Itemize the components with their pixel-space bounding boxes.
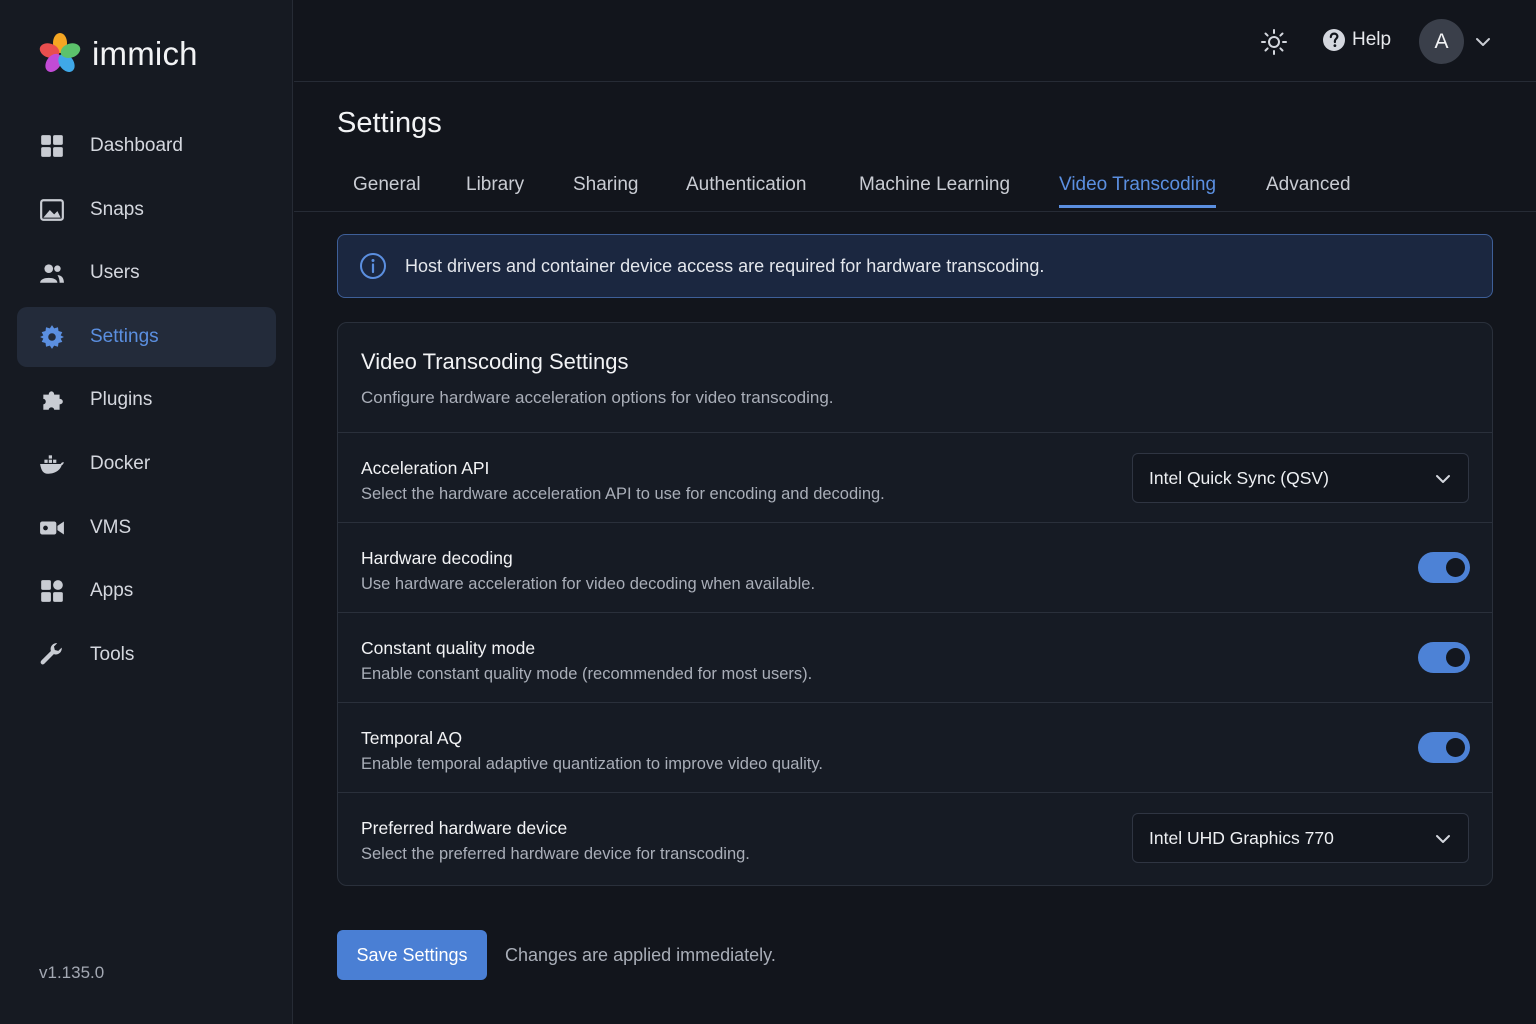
brand-name: immich	[92, 35, 198, 72]
select-value: Intel UHD Graphics 770	[1149, 827, 1334, 848]
setting-row-constant-quality: Constant quality mode Enable constant qu…	[338, 613, 1492, 703]
settings-tabs: General Library Sharing Authentication M…	[294, 160, 1536, 212]
sidebar: immich Dashboard Snaps Users Settings Pl…	[0, 0, 293, 1024]
info-banner-text: Host drivers and container device access…	[405, 255, 1045, 276]
chevron-down-icon	[1436, 475, 1450, 483]
tab-advanced[interactable]: Advanced	[1266, 174, 1351, 208]
sidebar-item-snaps[interactable]: Snaps	[17, 180, 276, 240]
sun-icon	[1261, 29, 1287, 55]
hardware-decoding-toggle[interactable]	[1418, 552, 1470, 583]
help-icon	[1323, 29, 1345, 51]
puzzle-icon	[39, 387, 65, 413]
wrench-icon	[39, 642, 65, 668]
sidebar-item-users[interactable]: Users	[17, 243, 276, 303]
sidebar-item-label: Tools	[90, 643, 135, 665]
tab-general[interactable]: General	[353, 174, 421, 208]
sidebar-nav: Dashboard Snaps Users Settings Plugins D…	[17, 116, 276, 688]
sidebar-item-label: Users	[90, 262, 140, 284]
setting-label: Constant quality mode	[361, 638, 536, 658]
video-camera-icon	[39, 515, 65, 541]
setting-description: Select the hardware acceleration API to …	[361, 485, 885, 503]
temporal-aq-toggle[interactable]	[1418, 732, 1470, 763]
chevron-down-icon	[1436, 835, 1450, 843]
chevron-down-icon[interactable]	[1474, 33, 1492, 51]
setting-label: Preferred hardware device	[361, 818, 568, 838]
sidebar-item-label: Plugins	[90, 389, 153, 411]
save-settings-button[interactable]: Save Settings	[337, 930, 487, 980]
users-icon	[39, 260, 65, 286]
sidebar-item-label: Apps	[90, 580, 134, 602]
toggle-knob	[1446, 738, 1465, 757]
top-bar: Help A	[294, 0, 1536, 82]
gear-icon	[39, 324, 65, 350]
sidebar-item-label: Docker	[90, 452, 151, 474]
sidebar-item-vms[interactable]: VMS	[17, 498, 276, 558]
version-label: v1.135.0	[39, 963, 105, 982]
tab-machine-learning[interactable]: Machine Learning	[859, 174, 1010, 208]
toggle-knob	[1446, 648, 1465, 667]
sidebar-item-settings[interactable]: Settings	[17, 306, 276, 367]
setting-label: Acceleration API	[361, 458, 490, 478]
setting-label: Temporal AQ	[361, 728, 463, 748]
app-root: immich Dashboard Snaps Users Settings Pl…	[0, 0, 1536, 1024]
sidebar-item-docker[interactable]: Docker	[17, 434, 276, 494]
setting-row-hardware-decoding: Hardware decoding Use hardware accelerat…	[338, 523, 1492, 613]
docker-icon	[39, 451, 65, 477]
immich-logo-icon	[39, 33, 81, 72]
setting-row-acceleration-api: Acceleration API Select the hardware acc…	[338, 433, 1492, 523]
setting-row-temporal-aq: Temporal AQ Enable temporal adaptive qua…	[338, 703, 1492, 793]
select-value: Intel Quick Sync (QSV)	[1149, 467, 1329, 488]
card-header: Video Transcoding Settings Configure har…	[338, 323, 1492, 433]
sidebar-item-label: Dashboard	[90, 135, 183, 156]
preferred-device-select[interactable]: Intel UHD Graphics 770	[1132, 813, 1469, 863]
tab-sharing[interactable]: Sharing	[573, 174, 639, 208]
setting-description: Enable temporal adaptive quantization to…	[361, 755, 823, 773]
card-title: Video Transcoding Settings	[361, 349, 629, 374]
info-banner: Host drivers and container device access…	[337, 234, 1493, 298]
page-title: Settings	[337, 107, 442, 139]
info-icon	[360, 253, 386, 279]
sidebar-item-label: Settings	[90, 325, 159, 347]
card-subtitle: Configure hardware acceleration options …	[361, 388, 834, 407]
brand[interactable]: immich	[38, 32, 198, 76]
help-button[interactable]: Help	[1322, 28, 1391, 52]
sidebar-item-dashboard[interactable]: Dashboard	[17, 116, 276, 176]
sidebar-item-label: Snaps	[90, 198, 144, 220]
dashboard-icon	[39, 133, 65, 159]
tab-authentication[interactable]: Authentication	[686, 174, 806, 208]
setting-description: Select the preferred hardware device for…	[361, 845, 750, 863]
avatar[interactable]: A	[1419, 19, 1464, 64]
setting-description: Enable constant quality mode (recommende…	[361, 665, 813, 683]
constant-quality-toggle[interactable]	[1418, 642, 1470, 673]
apps-grid-icon	[39, 578, 65, 604]
toggle-knob	[1446, 558, 1465, 577]
save-note: Changes are applied immediately.	[505, 945, 776, 965]
sidebar-item-plugins[interactable]: Plugins	[17, 370, 276, 430]
sidebar-item-apps[interactable]: Apps	[17, 561, 276, 621]
setting-description: Use hardware acceleration for video deco…	[361, 575, 816, 593]
setting-row-preferred-device: Preferred hardware device Select the pre…	[338, 793, 1492, 883]
help-label: Help	[1352, 29, 1392, 50]
video-transcoding-card: Video Transcoding Settings Configure har…	[337, 322, 1493, 886]
tab-video-transcoding[interactable]: Video Transcoding	[1059, 174, 1217, 208]
theme-toggle-button[interactable]	[1260, 28, 1288, 56]
tab-library[interactable]: Library	[466, 174, 524, 208]
setting-label: Hardware decoding	[361, 548, 513, 568]
sidebar-item-label: VMS	[90, 516, 132, 538]
acceleration-api-select[interactable]: Intel Quick Sync (QSV)	[1132, 453, 1469, 503]
sidebar-item-tools[interactable]: Tools	[17, 625, 276, 685]
image-icon	[39, 197, 65, 223]
